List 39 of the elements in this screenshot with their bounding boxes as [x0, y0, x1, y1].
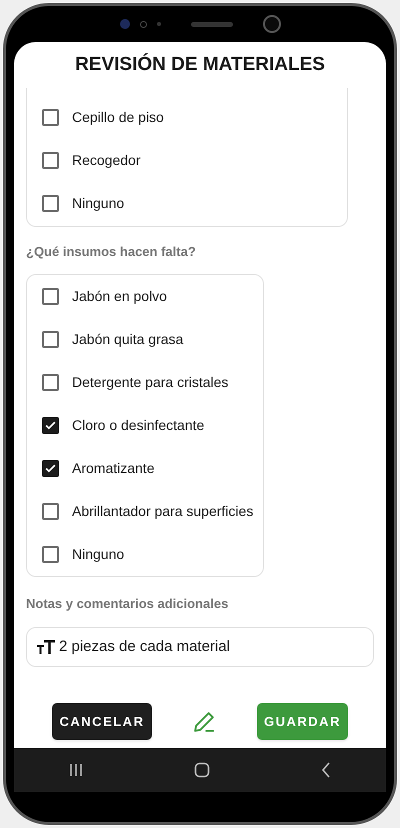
camera-icon — [120, 19, 130, 29]
checkbox[interactable] — [42, 288, 59, 304]
option-label: Aromatizante — [72, 458, 154, 478]
option-label: Ninguno — [72, 194, 124, 213]
checkmark-icon — [44, 462, 57, 474]
option-label: Recogedor — [72, 151, 140, 170]
checkbox[interactable] — [42, 152, 59, 169]
speaker-grille — [190, 22, 232, 26]
checkbox[interactable] — [42, 460, 59, 476]
back-icon[interactable] — [320, 762, 331, 778]
option-label: Abrillantador para superficies — [72, 502, 254, 521]
cancel-button[interactable]: CANCELAR — [52, 703, 152, 740]
checkbox[interactable] — [42, 416, 59, 434]
pencil-icon[interactable] — [192, 709, 217, 734]
checkbox[interactable] — [42, 502, 59, 520]
sensor-icon — [140, 20, 146, 28]
checkmark-icon — [44, 418, 57, 432]
sensor-icon — [156, 22, 160, 26]
page-title: REVISIÓN DE MATERIALES — [75, 52, 325, 77]
camera-icon — [262, 15, 280, 33]
checkbox[interactable] — [42, 195, 59, 212]
option-label: Jabón en polvo — [72, 286, 167, 306]
option-label: Cloro o desinfectante — [72, 416, 204, 434]
text-size-icon — [37, 640, 55, 654]
home-icon[interactable] — [194, 762, 210, 778]
checkbox[interactable] — [42, 374, 59, 390]
save-button[interactable]: GUARDAR — [257, 703, 348, 740]
checkbox[interactable] — [42, 330, 59, 348]
recent-apps-icon[interactable] — [69, 763, 84, 777]
question-label: ¿Qué insumos hacen falta? — [26, 243, 197, 261]
checkbox[interactable] — [42, 546, 59, 562]
notes-field[interactable]: 2 piezas de cada material — [26, 627, 374, 667]
checkbox[interactable] — [42, 109, 59, 126]
notes-value: 2 piezas de cada material — [59, 636, 230, 657]
option-label: Detergente para cristales — [72, 372, 228, 392]
notes-label: Notas y comentarios adicionales — [26, 594, 230, 613]
option-label: Cepillo de piso — [72, 108, 164, 127]
option-label: Ninguno — [72, 544, 124, 564]
option-label: Jabón quita grasa — [72, 330, 184, 349]
